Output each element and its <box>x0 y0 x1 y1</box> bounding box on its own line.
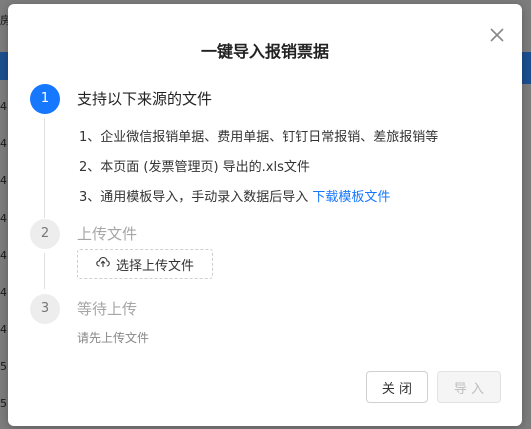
background-text: 4 <box>0 286 7 299</box>
close-button[interactable]: 关 闭 <box>366 371 428 403</box>
source-item-2: 2、本页面 (发票管理页) 导出的.xls文件 <box>79 160 310 175</box>
source-item-3: 3、通用模板导入，手动录入数据后导入 下载模板文件 <box>79 186 390 205</box>
background-text: 4 <box>0 100 7 113</box>
step-connector <box>44 253 45 289</box>
step-2-indicator: 2 <box>30 219 60 249</box>
step-3-indicator: 3 <box>30 294 60 324</box>
background-text: 4 <box>0 137 7 150</box>
background-text: 4 <box>0 212 7 225</box>
close-icon[interactable] <box>488 26 506 44</box>
background-header-bar-right <box>521 52 531 84</box>
import-dialog: 一键导入报销票据 1 支持以下来源的文件 1、企业微信报销单据、费用单据、钉钉日… <box>8 4 522 426</box>
upload-hint: 请先上传文件 <box>77 331 150 345</box>
step-1-title: 支持以下来源的文件 <box>77 90 213 108</box>
background-header-bar <box>0 52 8 80</box>
step-3-title: 等待上传 <box>77 300 138 318</box>
step-1-indicator: 1 <box>30 84 60 114</box>
step-connector <box>44 118 45 218</box>
step-2-title: 上传文件 <box>77 225 138 243</box>
background-text: 4 <box>0 249 7 262</box>
background-text: 4 <box>0 323 7 336</box>
download-template-link[interactable]: 下载模板文件 <box>312 190 390 205</box>
background-text: 4 <box>0 174 7 187</box>
dialog-title: 一键导入报销票据 <box>200 42 329 61</box>
source-item-1: 1、企业微信报销单据、费用单据、钉钉日常报销、差旅报销等 <box>79 130 439 145</box>
upload-button-label: 选择上传文件 <box>115 258 194 274</box>
background-text: 5 <box>0 397 7 410</box>
select-upload-file-button[interactable]: 选择上传文件 <box>77 249 213 279</box>
upload-cloud-icon <box>96 256 110 272</box>
source-item-3-text: 3、通用模板导入，手动录入数据后导入 <box>79 190 313 205</box>
import-button[interactable]: 导 入 <box>437 371 501 403</box>
background-text: 5 <box>0 360 7 373</box>
